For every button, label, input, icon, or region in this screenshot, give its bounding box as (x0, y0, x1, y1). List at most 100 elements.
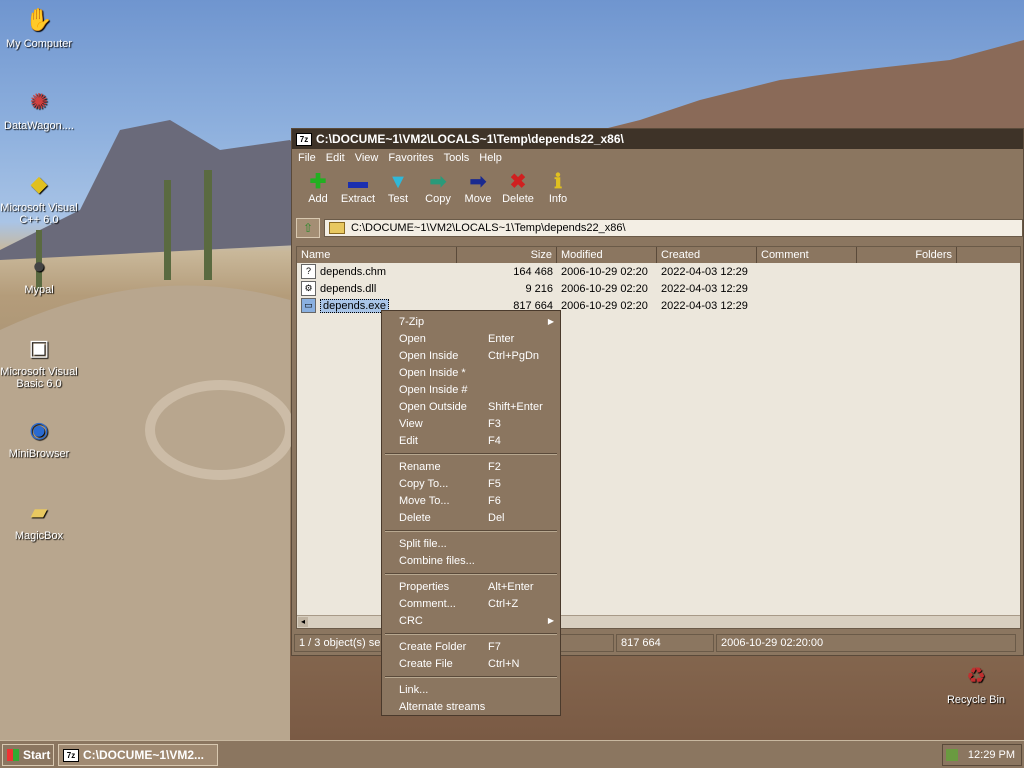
taskbar: Start 7z C:\DOCUME~1\VM2... 12:29 PM (0, 740, 1024, 768)
menu-item-comment[interactable]: Comment... Ctrl+Z (382, 595, 560, 612)
column-header-modified[interactable]: Modified (557, 247, 657, 263)
menu-item-combine-files[interactable]: Combine files... (382, 552, 560, 569)
menu-item-open-inside[interactable]: Open Inside # (382, 381, 560, 398)
context-menu: 7-Zip ▶ Open Enter Open Inside Ctrl+PgDn Open … (381, 310, 561, 716)
file-name: depends.exe (320, 298, 389, 313)
menu-file[interactable]: File (298, 152, 316, 164)
menu-item-open-outside[interactable]: Open Outside Shift+Enter (382, 398, 560, 415)
desktop-icon-label: MagicBox (14, 530, 64, 542)
column-header-comment[interactable]: Comment (757, 247, 857, 263)
copy-button[interactable]: ➡ Copy (418, 171, 458, 205)
menu-edit[interactable]: Edit (326, 152, 345, 164)
menu-item-open-inside[interactable]: Open Inside * (382, 364, 560, 381)
menu-item-shortcut: F5 (488, 477, 501, 490)
menu-item-move-to[interactable]: Move To... F6 (382, 492, 560, 509)
toolbar: ✚ Add ▬ Extract ▼ Test ➡ Copy ➡ Move ✖ D… (292, 167, 1023, 217)
datawagon-icon: ✺ (29, 89, 49, 114)
visual-basic-icon: ▣ (28, 335, 50, 360)
delete-button-label: Delete (502, 193, 534, 205)
scroll-left-icon[interactable]: ◂ (298, 617, 308, 627)
column-header-folders[interactable]: Folders (857, 247, 957, 263)
clock: 12:29 PM (967, 749, 1015, 761)
menu-item-copy-to[interactable]: Copy To... F5 (382, 475, 560, 492)
file-list-header: Name Size Modified Created Comment Folde… (297, 247, 1020, 263)
menu-favorites[interactable]: Favorites (388, 152, 433, 164)
hand-icon: ✋ (25, 7, 53, 32)
address-text: C:\DOCUME~1\VM2\LOCALS~1\Temp\depends22_… (350, 222, 626, 234)
desktop-icon-recycle-bin[interactable]: ♻ Recycle Bin (937, 660, 1015, 706)
file-created: 2022-04-03 12:29 (661, 282, 748, 295)
menu-view[interactable]: View (355, 152, 379, 164)
test-button[interactable]: ▼ Test (378, 171, 418, 205)
menu-item-label: 7-Zip (399, 315, 425, 328)
file-size: 164 468 (513, 265, 553, 278)
menu-item-create-file[interactable]: Create File Ctrl+N (382, 655, 560, 672)
menu-item-label: Open Outside (399, 400, 467, 413)
menu-item-label: Rename (399, 460, 441, 473)
column-header-name[interactable]: Name (297, 247, 457, 263)
menu-item-alternate-streams[interactable]: Alternate streams (382, 698, 560, 715)
menu-item-label: View (399, 417, 423, 430)
menu-item-label: Combine files... (399, 554, 475, 567)
desktop-icon-mypal[interactable]: ● Mypal (0, 250, 78, 296)
menu-item-label: Move To... (399, 494, 450, 507)
menu-item-delete[interactable]: Delete Del (382, 509, 560, 526)
desktop-icon-my-computer[interactable]: ✋ My Computer (0, 4, 78, 50)
menu-item-label: Edit (399, 434, 418, 447)
menu-item-open[interactable]: Open Enter (382, 330, 560, 347)
windows-logo-icon (7, 749, 19, 761)
menu-item-shortcut: F3 (488, 417, 501, 430)
menu-item-label: Comment... (399, 597, 456, 610)
menu-item-shortcut: F6 (488, 494, 501, 507)
menu-item-shortcut: Alt+Enter (488, 580, 534, 593)
menu-item-crc[interactable]: CRC ▶ (382, 612, 560, 629)
menu-item-rename[interactable]: Rename F2 (382, 458, 560, 475)
taskbar-window-label: C:\DOCUME~1\VM2... (83, 748, 205, 762)
add-button[interactable]: ✚ Add (298, 171, 338, 205)
menu-item-edit[interactable]: Edit F4 (382, 432, 560, 449)
menu-item-label: Split file... (399, 537, 447, 550)
window-titlebar[interactable]: 7z C:\DOCUME~1\VM2\LOCALS~1\Temp\depends… (292, 129, 1023, 149)
folder-icon (328, 222, 345, 234)
table-row[interactable]: ? depends.chm 164 468 2006-10-29 02:20 20… (297, 263, 1020, 280)
desktop-icon-label: Mypal (24, 284, 54, 296)
menu-item-view[interactable]: View F3 (382, 415, 560, 432)
move-button[interactable]: ➡ Move (458, 171, 498, 205)
address-field[interactable]: C:\DOCUME~1\VM2\LOCALS~1\Temp\depends22_… (323, 219, 1023, 237)
desktop-icon-minibrowser[interactable]: ◉ MiniBrowser (0, 414, 78, 460)
column-header-created[interactable]: Created (657, 247, 757, 263)
desktop-icon-visual-cpp[interactable]: ◆ Microsoft Visual C++ 6.0 (0, 168, 78, 226)
menu-item-split-file[interactable]: Split file... (382, 535, 560, 552)
menu-item-link[interactable]: Link... (382, 681, 560, 698)
start-button[interactable]: Start (2, 744, 54, 766)
x-icon: ✖ (509, 171, 527, 193)
menu-tools[interactable]: Tools (444, 152, 470, 164)
info-button[interactable]: ℹ Info (538, 171, 578, 205)
taskbar-window-button[interactable]: 7z C:\DOCUME~1\VM2... (58, 744, 218, 766)
desktop-icon-label: Microsoft Visual C++ 6.0 (0, 202, 78, 226)
menu-help[interactable]: Help (479, 152, 502, 164)
plus-icon: ✚ (309, 171, 327, 193)
check-icon: ▼ (388, 171, 408, 193)
info-button-label: Info (548, 193, 568, 205)
network-tray-icon[interactable] (945, 749, 958, 761)
up-folder-button[interactable]: ⇧ (296, 218, 320, 238)
add-button-label: Add (308, 193, 328, 205)
delete-button[interactable]: ✖ Delete (498, 171, 538, 205)
desktop-icon-visual-basic[interactable]: ▣ Microsoft Visual Basic 6.0 (0, 332, 78, 390)
menu-item-open-inside[interactable]: Open Inside Ctrl+PgDn (382, 347, 560, 364)
desktop-icon-magicbox[interactable]: ▰ MagicBox (0, 496, 78, 542)
extract-button[interactable]: ▬ Extract (338, 171, 378, 205)
menu-item-properties[interactable]: Properties Alt+Enter (382, 578, 560, 595)
desktop-icon-datawagon[interactable]: ✺ DataWagon.... (0, 86, 78, 132)
table-row[interactable]: ⚙ depends.dll 9 216 2006-10-29 02:20 2022… (297, 280, 1020, 297)
menu-item-shortcut: Shift+Enter (488, 400, 543, 413)
menu-item-label: Open (399, 332, 426, 345)
menu-item-7-zip[interactable]: 7-Zip ▶ (382, 313, 560, 330)
move-button-label: Move (464, 193, 492, 205)
info-icon: ℹ (554, 171, 562, 193)
menu-item-create-folder[interactable]: Create Folder F7 (382, 638, 560, 655)
menu-bar: File Edit View Favorites Tools Help (292, 149, 1023, 167)
visual-cpp-icon: ◆ (30, 171, 48, 196)
column-header-size[interactable]: Size (457, 247, 557, 263)
